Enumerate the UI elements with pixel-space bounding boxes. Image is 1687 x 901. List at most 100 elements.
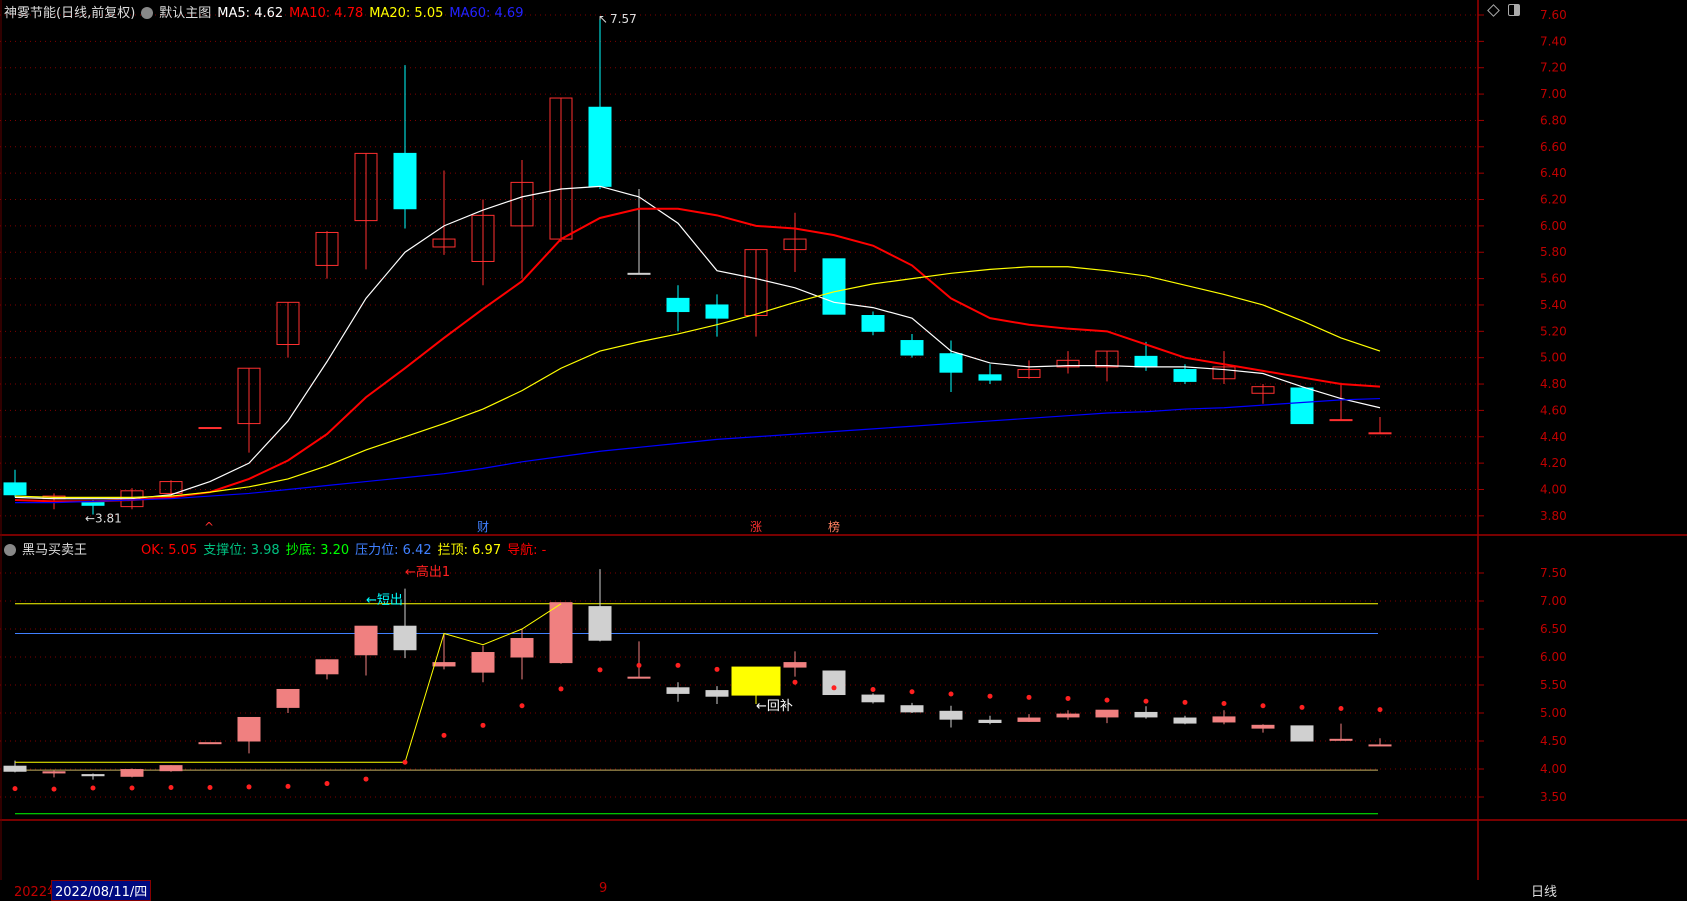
stock-title: 神雾节能(日线,前复权) <box>4 6 136 21</box>
candle-body <box>1056 713 1080 718</box>
indicator-tick-label: 6.50 <box>1540 622 1567 636</box>
panel-toggle-icon[interactable] <box>1508 4 1520 16</box>
candle-body <box>471 652 495 673</box>
signal-dot <box>363 776 369 782</box>
indicator-candle <box>627 641 651 679</box>
signal-dot <box>636 662 642 668</box>
candle-body <box>1134 711 1158 718</box>
template-name[interactable]: 默认主图 <box>159 6 211 21</box>
indicator-candle <box>1251 724 1275 733</box>
main-tick-label: 7.60 <box>1540 8 1567 22</box>
main-tick-label: 4.20 <box>1540 456 1567 470</box>
indicator-candle <box>588 569 612 642</box>
indicator-candle <box>705 686 729 705</box>
signal-dot <box>558 686 564 692</box>
main-candle <box>1251 384 1275 404</box>
main-chart-header: 神雾节能(日线,前复权) 默认主图 MA5: 4.62 MA10: 4.78 MA20:… <box>4 2 529 21</box>
signal-dot <box>246 784 252 790</box>
main-tick-label: 4.00 <box>1540 482 1567 496</box>
main-tick-label: 6.60 <box>1540 140 1567 154</box>
candle-body <box>1329 738 1353 741</box>
signal-dot <box>870 686 876 692</box>
main-tick-label: 7.40 <box>1540 34 1567 48</box>
candle-body <box>627 676 651 679</box>
indicator-candle <box>198 742 222 745</box>
main-tick-label: 4.80 <box>1540 377 1567 391</box>
indicator-candle <box>978 715 1002 725</box>
date-cursor-label: 2022/08/11/四 <box>51 880 152 901</box>
indicator-candle <box>1134 706 1158 719</box>
candle-body <box>861 315 885 332</box>
month-mark: 9 <box>599 881 608 896</box>
main-candle <box>939 340 963 392</box>
indicator-candle <box>81 773 105 780</box>
indicator-candle <box>471 645 495 683</box>
signal-line <box>15 603 562 763</box>
candle-body <box>1173 369 1197 382</box>
template-dropdown-icon[interactable] <box>141 7 154 19</box>
main-candle <box>432 170 456 255</box>
main-tick-label: 5.40 <box>1540 298 1567 312</box>
indicator-tick-label: 7.50 <box>1540 566 1567 580</box>
main-candle <box>978 364 1002 385</box>
main-candle <box>1017 360 1041 379</box>
signal-dot <box>1065 695 1071 701</box>
main-candle <box>393 65 417 229</box>
signal-dot <box>1182 699 1188 705</box>
candle-body <box>1368 432 1392 435</box>
signal-dot <box>714 666 720 672</box>
signal-dot <box>1338 706 1344 712</box>
candle-body <box>1095 709 1119 718</box>
indicator-candle <box>1173 715 1197 725</box>
signal-dot <box>792 679 798 685</box>
support-value: 支撑位: 3.98 <box>203 543 280 558</box>
signal-dot <box>129 785 135 791</box>
main-candle <box>510 159 534 279</box>
ma-line-ma5 <box>14 185 1381 500</box>
indicator-candle <box>1056 710 1080 720</box>
signal-dot <box>909 689 915 695</box>
main-tick-label: 5.20 <box>1540 324 1567 338</box>
main-tick-label: 6.00 <box>1540 219 1567 233</box>
main-candle <box>744 249 768 337</box>
indicator-candle <box>861 693 885 704</box>
indicator-candle <box>1329 723 1353 741</box>
signal-dot <box>207 784 213 790</box>
candle-body <box>1251 724 1275 729</box>
signal-dot <box>1221 700 1227 706</box>
main-candle <box>276 301 300 358</box>
main-candle <box>315 231 339 279</box>
chart-canvas[interactable]: 7.60 7.40 7.20 7.00 6.80 6.60 6.40 6.20 6.00 5.80… <box>0 0 1687 899</box>
candle-body <box>549 602 573 664</box>
indicator-candle <box>159 765 183 772</box>
signal-dot <box>12 786 18 792</box>
ma5-value: MA5: 4.62 <box>217 6 284 21</box>
main-candle <box>1290 387 1314 425</box>
candle-body <box>510 638 534 658</box>
main-tick-label: 5.60 <box>1540 272 1567 286</box>
indicator-candle <box>822 670 846 696</box>
signal-dot <box>987 693 993 699</box>
arrow-glyph: ↖ <box>598 12 608 26</box>
event-mark: 榜 <box>828 519 840 534</box>
indicator-dropdown-icon[interactable] <box>4 544 16 556</box>
candle-body <box>939 353 963 373</box>
indicator-name[interactable]: 黑马买卖王 <box>22 543 87 558</box>
indicator-candle <box>432 633 456 670</box>
indicator-candle <box>276 688 300 713</box>
candle-body <box>939 710 963 720</box>
period-label[interactable]: 日线 <box>1531 881 1557 900</box>
indicator-tick-label: 4.00 <box>1540 762 1567 776</box>
candle-body <box>731 666 781 696</box>
price-annotation: 7.57 <box>610 12 637 26</box>
signal-dot <box>597 667 603 673</box>
main-candle <box>3 469 27 498</box>
indicator-candle <box>315 659 339 680</box>
indicator-header: 黑马买卖王 OK: 5.05 支撑位: 3.98 抄底: 3.20 压力位: 6.42 拦… <box>4 539 552 558</box>
signal-dot <box>1299 704 1305 710</box>
signal-dot <box>519 703 525 709</box>
main-candle <box>1368 416 1392 435</box>
main-candle <box>705 294 729 337</box>
main-tick-label: 6.40 <box>1540 166 1567 180</box>
candle-body <box>3 482 27 496</box>
